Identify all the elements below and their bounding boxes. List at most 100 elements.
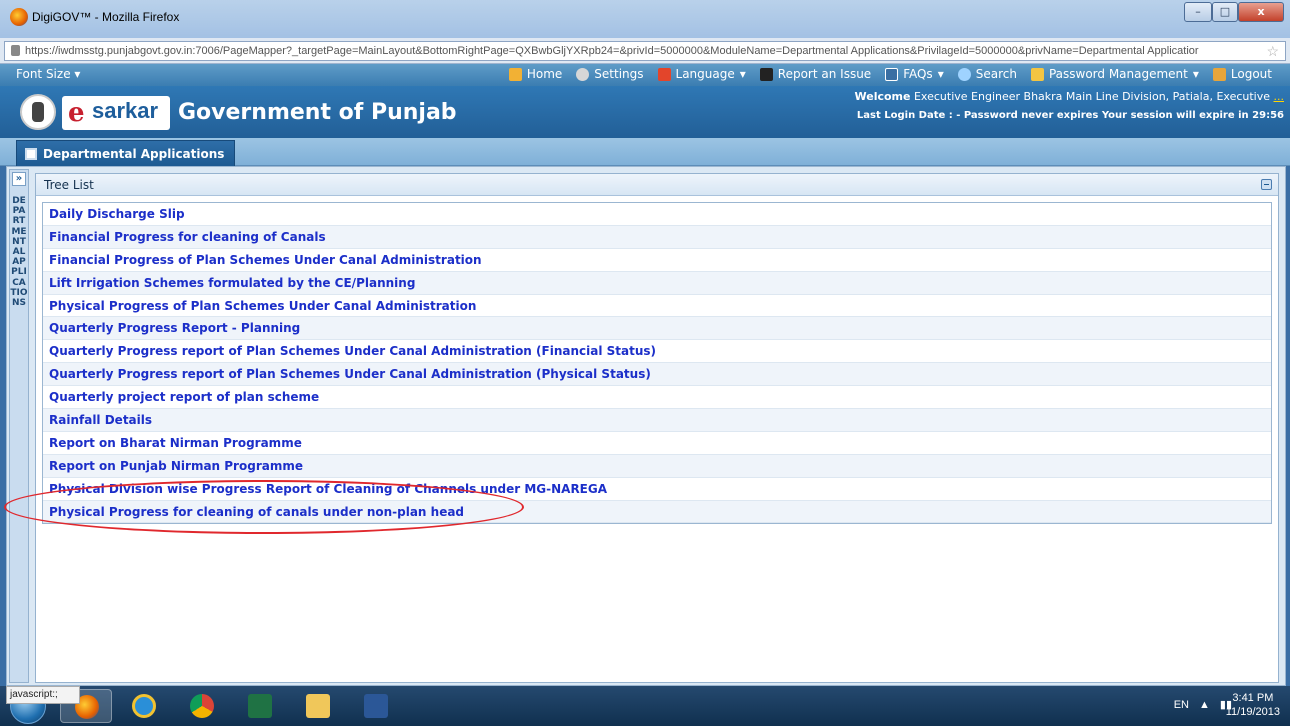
chrome-icon [190, 694, 214, 718]
list-item-link[interactable]: Physical Division wise Progress Report o… [49, 482, 607, 496]
nav-language[interactable]: Language ▾ [657, 67, 746, 81]
faq-icon [885, 67, 899, 81]
gear-icon [576, 67, 590, 81]
list-item-link[interactable]: Physical Progress for cleaning of canals… [49, 505, 464, 519]
list-item-link[interactable]: Quarterly Progress report of Plan Scheme… [49, 367, 651, 381]
window-titlebar: DigiGOV™ - Mozilla Firefox – □ x [0, 0, 1290, 38]
taskbar-word[interactable] [350, 689, 402, 723]
language-indicator[interactable]: EN [1174, 699, 1189, 711]
search-icon [957, 67, 971, 81]
nav-label: Language [675, 67, 735, 81]
list-item[interactable]: Report on Bharat Nirman Programme [43, 432, 1271, 455]
list-item[interactable]: Financial Progress of Plan Schemes Under… [43, 249, 1271, 272]
browser-status-text: javascript:; [6, 686, 80, 704]
tab-departmental-applications[interactable]: Departmental Applications [16, 140, 236, 166]
top-nav: Font Size ▾ Home Settings Language ▾ Rep… [0, 64, 1290, 86]
clock-date: 11/19/2013 [1225, 706, 1280, 718]
nav-label: FAQs [903, 67, 933, 81]
collapse-icon[interactable] [1261, 179, 1272, 190]
close-button[interactable]: x [1238, 2, 1284, 22]
nav-home[interactable]: Home [508, 67, 563, 81]
nav-settings[interactable]: Settings [576, 67, 644, 81]
word-icon [364, 694, 388, 718]
panel-header: Tree List [36, 174, 1278, 196]
nav-search[interactable]: Search [957, 67, 1017, 81]
esarkar-logo: e sarkar [62, 96, 170, 130]
list-item-link[interactable]: Financial Progress for cleaning of Canal… [49, 230, 326, 244]
nav-report-issue[interactable]: Report an Issue [759, 67, 872, 81]
site-header: e sarkar Government of Punjab Welcome Ex… [0, 86, 1290, 138]
list-item[interactable]: Physical Division wise Progress Report o… [43, 478, 1271, 501]
site-title: Government of Punjab [178, 100, 457, 125]
address-field[interactable]: https://iwdmsstg.punjabgovt.gov.in:7006/… [4, 41, 1286, 61]
list-item-link[interactable]: Financial Progress of Plan Schemes Under… [49, 253, 482, 267]
taskbar-explorer[interactable] [292, 689, 344, 723]
clock[interactable]: 3:41 PM 11/19/2013 [1226, 691, 1280, 719]
url-text: https://iwdmsstg.punjabgovt.gov.in:7006/… [25, 45, 1199, 57]
list-item-link[interactable]: Rainfall Details [49, 413, 152, 427]
grid-icon [25, 147, 37, 160]
lock-icon [11, 45, 20, 56]
url-bar: https://iwdmsstg.punjabgovt.gov.in:7006/… [0, 38, 1290, 64]
maximize-button[interactable]: □ [1212, 2, 1238, 22]
phone-icon [759, 67, 773, 81]
list-item-link[interactable]: Quarterly Progress report of Plan Scheme… [49, 344, 656, 358]
language-icon [657, 67, 671, 81]
welcome-more-link[interactable]: ... [1274, 90, 1285, 103]
nav-faqs[interactable]: FAQs ▾ [885, 67, 944, 81]
file-explorer-icon [306, 694, 330, 718]
list-item[interactable]: Quarterly Progress report of Plan Scheme… [43, 363, 1271, 387]
list-item-link[interactable]: Report on Punjab Nirman Programme [49, 459, 303, 473]
list-item[interactable]: Physical Progress of Plan Schemes Under … [43, 295, 1271, 318]
tab-bar: Departmental Applications [0, 138, 1290, 166]
list-item[interactable]: Quarterly Progress Report - Planning [43, 317, 1271, 341]
expand-sidebar-button[interactable]: » [12, 172, 26, 186]
list-item-link[interactable]: Physical Progress of Plan Schemes Under … [49, 299, 476, 313]
nav-label: Search [975, 67, 1017, 81]
excel-icon [248, 694, 272, 718]
list-item[interactable]: Physical Progress for cleaning of canals… [43, 500, 1271, 524]
list-item-link[interactable]: Quarterly Progress Report - Planning [49, 321, 300, 335]
tree-list-panel: Tree List Daily Discharge Slip Financial… [35, 173, 1279, 683]
tray-expand-icon[interactable]: ▲ [1199, 699, 1210, 711]
tree-list: Daily Discharge Slip Financial Progress … [42, 202, 1272, 524]
key-icon [1030, 67, 1044, 81]
panel-title: Tree List [44, 178, 94, 192]
clock-time: 3:41 PM [1232, 692, 1274, 704]
taskbar-chrome[interactable] [176, 689, 228, 723]
font-size-label: Font Size [16, 67, 71, 81]
list-item[interactable]: Quarterly Progress report of Plan Scheme… [43, 340, 1271, 364]
welcome-text: Welcome Executive Engineer Bhakra Main L… [854, 90, 1285, 103]
nav-label: Password Management [1048, 67, 1188, 81]
minimize-button[interactable]: – [1184, 2, 1212, 22]
font-size-menu[interactable]: Font Size ▾ [16, 67, 80, 81]
nav-label: Report an Issue [777, 67, 872, 81]
internet-explorer-icon [132, 694, 156, 718]
sidebar-vertical-label: DEPARTMENTAL APPLICATIONS [10, 196, 28, 309]
list-item[interactable]: Quarterly project report of plan scheme [43, 386, 1271, 410]
list-item[interactable]: Lift Irrigation Schemes formulated by th… [43, 271, 1271, 295]
windows-taskbar: EN ▲ ▮▮ 3:41 PM 11/19/2013 [0, 686, 1290, 726]
taskbar-excel[interactable] [234, 689, 286, 723]
list-item-link[interactable]: Report on Bharat Nirman Programme [49, 436, 302, 450]
main-area: » DEPARTMENTAL APPLICATIONS Tree List Da… [6, 166, 1286, 686]
list-item[interactable]: Rainfall Details [43, 409, 1271, 432]
firefox-icon [10, 8, 28, 26]
window-title: DigiGOV™ - Mozilla Firefox [32, 10, 180, 24]
side-panel: » DEPARTMENTAL APPLICATIONS [9, 169, 29, 683]
list-item-link[interactable]: Lift Irrigation Schemes formulated by th… [49, 276, 415, 290]
bookmark-star-icon[interactable]: ☆ [1266, 42, 1279, 60]
taskbar-ie[interactable] [118, 689, 170, 723]
login-info: Last Login Date : - Password never expir… [856, 110, 1284, 121]
nav-label: Home [526, 67, 563, 81]
list-item-link[interactable]: Quarterly project report of plan scheme [49, 390, 319, 404]
list-item-link[interactable]: Daily Discharge Slip [49, 207, 185, 221]
home-icon [508, 67, 522, 81]
nav-logout[interactable]: Logout [1212, 67, 1272, 81]
list-item[interactable]: Daily Discharge Slip [43, 203, 1271, 226]
nav-label: Logout [1230, 67, 1272, 81]
list-item[interactable]: Financial Progress for cleaning of Canal… [43, 225, 1271, 249]
nav-password[interactable]: Password Management ▾ [1030, 67, 1199, 81]
list-item[interactable]: Report on Punjab Nirman Programme [43, 454, 1271, 478]
state-emblem-logo [20, 94, 56, 130]
